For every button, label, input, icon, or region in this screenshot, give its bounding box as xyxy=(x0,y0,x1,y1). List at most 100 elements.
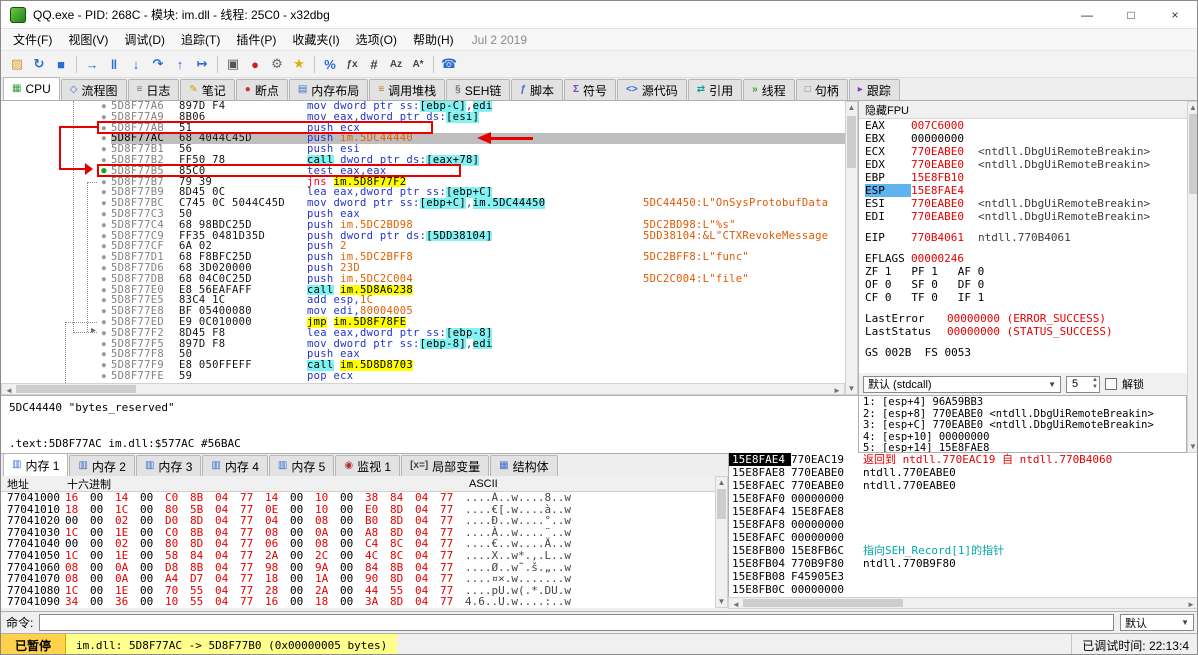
tab-log[interactable]: ≡ 日志 xyxy=(127,79,180,100)
memtab-2[interactable]: ▥ 内存 2 xyxy=(69,455,135,476)
step-into-icon[interactable]: ↓ xyxy=(125,54,147,75)
tab-seh-chain[interactable]: § SEH链 xyxy=(446,79,511,100)
run-icon[interactable]: → xyxy=(81,54,103,75)
arg-row[interactable]: 3: [esp+C] 770EABE0 <ntdll.DbgUiRemoteBr… xyxy=(863,419,1186,432)
stack-row[interactable]: 15E8FAF4 15E8FAE8 xyxy=(729,505,1197,518)
register-row[interactable]: LastError 00000000 (ERROR_SUCCESS) xyxy=(859,312,1187,325)
step-over-icon[interactable]: ↷ xyxy=(147,54,169,75)
register-row[interactable]: ECX 770EABE0 <ntdll.DbgUiRemoteBreakin> xyxy=(859,145,1187,158)
instruction-dot[interactable]: ● xyxy=(97,306,111,317)
dump-row[interactable]: 77041040 00 00 02 00 80 8D 04 77 06 00 08 00 C4 8C 04 77… xyxy=(1,538,715,550)
register-row[interactable]: ESI 770EABE0 <ntdll.DbgUiRemoteBreakin> xyxy=(859,197,1187,210)
register-value[interactable]: 00000246 xyxy=(911,252,964,265)
tab-cpu[interactable]: ▦ CPU xyxy=(3,77,60,100)
hash-icon[interactable]: # xyxy=(363,54,385,75)
instruction-dot[interactable]: ● xyxy=(97,144,111,155)
pause-icon[interactable]: ‖ xyxy=(103,54,125,75)
stack-hscrollbar[interactable]: ◄ ► xyxy=(728,597,1197,609)
command-profile-select[interactable]: 默认 ▼ xyxy=(1120,614,1194,631)
step-out-icon[interactable]: ↑ xyxy=(169,54,191,75)
dump-row[interactable]: 77041000 16 00 14 00 C0 8B 04 77 14 00 10 00 38 84 04 77… xyxy=(1,492,715,504)
stack-row[interactable]: 15E8FAEC 770EABE0 ntdll.770EABE0 xyxy=(729,479,1197,492)
dump-row[interactable]: 77041060 08 00 0A 00 D8 8B 04 77 98 00 9A 00 84 8B 04 77… xyxy=(1,561,715,574)
stack-row[interactable]: 15E8FAE4 770EAC19 返回到 ntdll.770EAC19 自 ntd… xyxy=(729,453,1197,466)
a-star-icon[interactable]: A* xyxy=(407,54,429,75)
command-input[interactable] xyxy=(39,614,1114,631)
dump-row[interactable]: 77041020 00 00 02 00 D0 8D 04 77 04 00 08 00 B0 8D 04 77… xyxy=(1,515,715,527)
registers-vscrollbar[interactable]: ▲ ▼ xyxy=(1187,101,1197,453)
register-row[interactable]: EFLAGS 00000246 xyxy=(859,252,1187,265)
dump-row[interactable]: 77041090 34 00 36 00 10 55 04 77 16 00 18 00 3A 8D 04 77… xyxy=(1,596,715,608)
dump-row[interactable]: 77041030 1C 00 1E 00 C0 8B 04 77 08 00 0A 00 A8 8D 04 77… xyxy=(1,527,715,539)
register-value[interactable]: 770EABE0 xyxy=(911,145,964,158)
breakpoint-icon[interactable]: ● xyxy=(244,54,266,75)
menu-item[interactable]: 追踪(T) xyxy=(173,29,228,50)
stack-row[interactable]: 15E8FB00 15E8FB6C 指向SEH_Record[1]的指针 xyxy=(729,544,1197,557)
memtab-6[interactable]: ◉ 监视 1 xyxy=(335,455,401,476)
instruction-dot[interactable]: ● xyxy=(97,360,111,371)
register-value[interactable]: 770EABE0 xyxy=(911,210,964,223)
dump-vscrollbar[interactable]: ▲ ▼ xyxy=(715,476,728,608)
menu-item[interactable]: 插件(P) xyxy=(228,29,284,50)
memtab-4[interactable]: ▥ 内存 4 xyxy=(202,455,268,476)
stack-row[interactable]: 15E8FB04 770B9F80 ntdll.770B9F80 xyxy=(729,557,1197,570)
favourites-icon[interactable]: ★ xyxy=(288,54,310,75)
arg-row[interactable]: 5: [esp+14] 15E8FAE8 xyxy=(863,442,1186,452)
instruction-dot[interactable]: ● xyxy=(97,295,111,306)
log-window-icon[interactable]: ▣ xyxy=(222,54,244,75)
menu-item[interactable]: 文件(F) xyxy=(5,29,60,50)
instruction-dot[interactable]: ● xyxy=(97,252,111,263)
memtab-5[interactable]: ▥ 内存 5 xyxy=(268,455,335,476)
stack-row[interactable]: 15E8FAE8 770EABE0 ntdll.770EABE0 xyxy=(729,466,1197,479)
calling-convention-select[interactable]: 默认 (stdcall) ▼ xyxy=(863,375,1061,393)
instruction-dot[interactable]: ● xyxy=(97,317,111,328)
menu-item[interactable]: 视图(V) xyxy=(60,29,116,50)
tab-call-stack[interactable]: ≡ 调用堆栈 xyxy=(369,79,446,100)
instruction-dot[interactable]: ● xyxy=(97,339,111,350)
menu-item[interactable]: 收藏夹(I) xyxy=(284,29,347,50)
menu-item[interactable]: 帮助(H) xyxy=(405,29,462,50)
tab-symbols[interactable]: Σ 符号 xyxy=(564,79,617,100)
restart-icon[interactable]: ↻ xyxy=(28,54,50,75)
stack-row[interactable]: 15E8FAF0 00000000 xyxy=(729,492,1197,505)
tab-graph[interactable]: ◇ 流程图 xyxy=(60,79,127,100)
disasm-vscrollbar[interactable]: ▲ ▼ xyxy=(845,101,858,395)
memtab-8[interactable]: ▦ 结构体 xyxy=(490,455,558,476)
memtab-1[interactable]: ▥ 内存 1 xyxy=(3,453,69,476)
disasm-row[interactable]: ● 5D8F77DB 68 04C0C25D push im.5DC2C004 5DC2… xyxy=(1,273,845,285)
tab-script-ic[interactable]: ƒ 脚本 xyxy=(511,79,563,100)
memtab-7[interactable]: [x=] 局部变量 xyxy=(401,455,490,476)
disasm-row[interactable]: ● 5D8F77FE 59 pop ecx xyxy=(1,371,845,382)
registers-panel[interactable]: 隐藏FPU EAX 007C6000 EBX 00000000 ECX 770EABE0 <… xyxy=(858,101,1187,373)
phone-icon[interactable]: ☎ xyxy=(438,54,460,75)
register-row[interactable]: EBP 15E8FB10 xyxy=(859,171,1187,184)
instruction-dot[interactable]: ● xyxy=(97,209,111,220)
instruction-dot[interactable]: ● xyxy=(97,187,111,198)
dump-row[interactable]: 77041010 18 00 1C 00 80 5B 04 77 0E 00 10 00 E0 8D 04 77… xyxy=(1,503,715,516)
arg-count-spinner[interactable]: 5 ▲ ▼ xyxy=(1066,375,1100,393)
instruction-dot[interactable]: ● xyxy=(97,274,111,285)
register-value[interactable]: 770EABE0 xyxy=(911,158,964,171)
instruction-dot[interactable]: ● xyxy=(97,198,111,209)
stack-row[interactable]: 15E8FAFC 00000000 xyxy=(729,531,1197,544)
dump-row[interactable]: 77041050 1C 00 1E 00 58 84 04 77 2A 00 2C 00 4C 8C 04 77… xyxy=(1,550,715,562)
register-value[interactable]: 15E8FB10 xyxy=(911,171,964,184)
tab-references[interactable]: ⇄ 引用 xyxy=(687,79,743,100)
instruction-dot[interactable]: ● xyxy=(97,263,111,274)
register-row[interactable]: EIP 770B4061 ntdll.770B4061 xyxy=(859,231,1187,244)
menu-item[interactable]: 选项(O) xyxy=(348,29,405,50)
close-button[interactable]: × xyxy=(1153,1,1197,28)
stop-icon[interactable]: ■ xyxy=(50,54,72,75)
hide-fpu-button[interactable]: 隐藏FPU xyxy=(859,101,1187,119)
register-row[interactable]: EDX 770EABE0 <ntdll.DbgUiRemoteBreakin> xyxy=(859,158,1187,171)
tab-notes[interactable]: ✎ 笔记 xyxy=(180,79,235,100)
instruction-dot[interactable]: ● xyxy=(97,231,111,242)
instruction-dot[interactable]: ● xyxy=(97,241,111,252)
spinner-arrows-icon[interactable]: ▲ ▼ xyxy=(1092,377,1098,391)
register-value[interactable]: 15E8FAE4 xyxy=(911,184,964,197)
instruction-dot[interactable]: ● xyxy=(97,349,111,360)
register-value[interactable]: 00000000 (ERROR_SUCCESS) xyxy=(947,312,1106,325)
percent-icon[interactable]: % xyxy=(319,54,341,75)
run-to-user-icon[interactable]: ↦ xyxy=(191,54,213,75)
unlock-checkbox[interactable] xyxy=(1105,378,1117,390)
